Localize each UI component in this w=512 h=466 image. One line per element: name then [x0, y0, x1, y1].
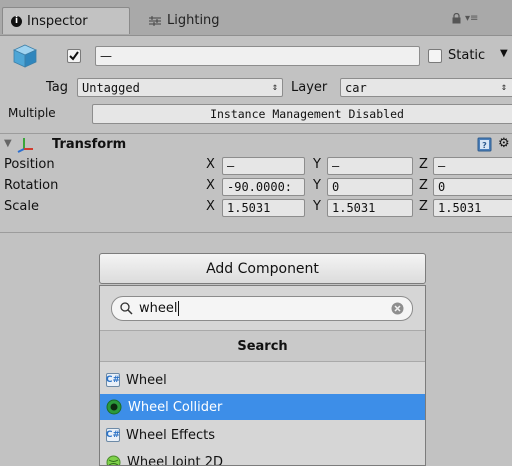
wheel-collider-icon: [106, 399, 122, 415]
axis-y-label: Y: [313, 199, 321, 214]
position-z-value: —: [438, 159, 446, 173]
position-label: Position: [4, 157, 55, 172]
component-item-label: Wheel: [126, 372, 167, 388]
divider: [0, 232, 512, 233]
rotation-z-field[interactable]: 0: [433, 178, 512, 196]
rotation-z-value: 0: [438, 180, 446, 194]
scale-x-field[interactable]: 1.5031: [222, 199, 305, 217]
layer-label: Layer: [291, 80, 328, 95]
transform-axes-icon: [17, 138, 33, 153]
multiple-value: Instance Management Disabled: [210, 107, 404, 121]
axis-x-label: X: [206, 178, 215, 193]
scale-label: Scale: [4, 199, 39, 214]
axis-y-label: Y: [313, 178, 321, 193]
rotation-label: Rotation: [4, 178, 59, 193]
gear-icon[interactable]: ⚙: [498, 136, 510, 151]
scale-z-field[interactable]: 1.5031: [433, 199, 512, 217]
add-component-label: Add Component: [206, 260, 319, 277]
position-z-field[interactable]: —: [433, 157, 512, 175]
multiple-field[interactable]: Instance Management Disabled: [92, 104, 512, 124]
search-icon: [120, 302, 133, 315]
component-search-input[interactable]: wheel: [111, 296, 413, 321]
tab-controls: ▾≡: [452, 13, 478, 24]
help-book-icon[interactable]: ?: [477, 137, 492, 152]
component-item-label: Wheel Collider: [128, 399, 223, 415]
static-dropdown-arrow-icon[interactable]: ▼: [500, 48, 508, 59]
component-item-wheel-collider[interactable]: Wheel Collider: [100, 394, 425, 420]
scale-y-field[interactable]: 1.5031: [327, 199, 413, 217]
svg-text:?: ?: [482, 141, 487, 150]
transform-title: Transform: [52, 137, 127, 152]
text-cursor: [178, 301, 180, 316]
position-y-value: —: [332, 159, 340, 173]
axis-x-label: X: [206, 157, 215, 172]
lock-icon[interactable]: [452, 13, 461, 24]
tab-lighting[interactable]: Lighting: [140, 7, 280, 34]
tag-value: Untagged: [82, 80, 140, 95]
lighting-icon: [149, 15, 161, 26]
scale-y-value: 1.5031: [332, 201, 376, 215]
position-y-field[interactable]: —: [327, 157, 413, 175]
axis-z-label: Z: [419, 178, 428, 193]
position-x-value: —: [227, 159, 235, 173]
tag-label: Tag: [46, 80, 69, 95]
static-label: Static: [448, 48, 486, 63]
axis-z-label: Z: [419, 157, 428, 172]
layer-dropdown[interactable]: car ⇕: [340, 78, 512, 97]
tag-dropdown[interactable]: Untagged ⇕: [77, 78, 283, 97]
panel-menu-icon[interactable]: ▾≡: [465, 13, 478, 24]
checkmark-icon: [69, 51, 79, 61]
tab-lighting-label: Lighting: [167, 13, 220, 28]
search-header-label: Search: [237, 338, 288, 354]
tab-bar: i Inspector Lighting ▾≡: [0, 0, 512, 36]
static-checkbox[interactable]: [428, 49, 442, 63]
add-component-popup: wheel Search C# Wheel Wheel Collider C# …: [99, 285, 426, 466]
axis-z-label: Z: [419, 199, 428, 214]
script-icon: C#: [105, 373, 121, 387]
search-query-value: wheel: [139, 301, 178, 316]
component-item-label: Wheel Effects: [126, 427, 216, 443]
object-name-value: —: [100, 49, 112, 63]
axis-y-label: Y: [313, 157, 321, 172]
rotation-x-field[interactable]: -90.0000:: [222, 178, 305, 196]
gameobject-cube-icon: [13, 44, 37, 68]
dropdown-arrows-icon: ⇕: [500, 82, 507, 93]
rotation-y-value: 0: [332, 180, 340, 194]
component-item-label: Wheel Joint 2D: [127, 454, 223, 466]
search-section-header: Search: [100, 330, 425, 362]
object-name-field[interactable]: —: [95, 46, 420, 66]
transform-header[interactable]: ▼ Transform ? ⚙: [0, 134, 512, 156]
layer-value: car: [345, 80, 367, 95]
position-x-field[interactable]: —: [222, 157, 305, 175]
rotation-y-field[interactable]: 0: [327, 178, 413, 196]
active-checkbox[interactable]: [67, 49, 81, 63]
tab-inspector-label: Inspector: [27, 13, 88, 29]
axis-x-label: X: [206, 199, 215, 214]
component-item-wheel-effects[interactable]: C# Wheel Effects: [100, 422, 425, 448]
tab-inspector[interactable]: i Inspector: [2, 7, 130, 34]
scale-z-value: 1.5031: [438, 201, 482, 215]
script-icon: C#: [105, 428, 121, 442]
foldout-arrow-icon[interactable]: ▼: [4, 138, 12, 149]
multiple-label: Multiple: [8, 106, 56, 120]
component-item-wheel-joint-2d[interactable]: Wheel Joint 2D: [100, 449, 425, 466]
add-component-button[interactable]: Add Component: [99, 253, 426, 284]
clear-search-icon[interactable]: [391, 302, 404, 315]
rotation-x-value: -90.0000:: [227, 180, 293, 194]
info-icon: i: [11, 15, 22, 27]
wheel-joint-icon: [106, 455, 121, 465]
scale-x-value: 1.5031: [227, 201, 271, 215]
dropdown-arrows-icon: ⇕: [271, 82, 278, 93]
component-item-wheel[interactable]: C# Wheel: [100, 367, 425, 393]
